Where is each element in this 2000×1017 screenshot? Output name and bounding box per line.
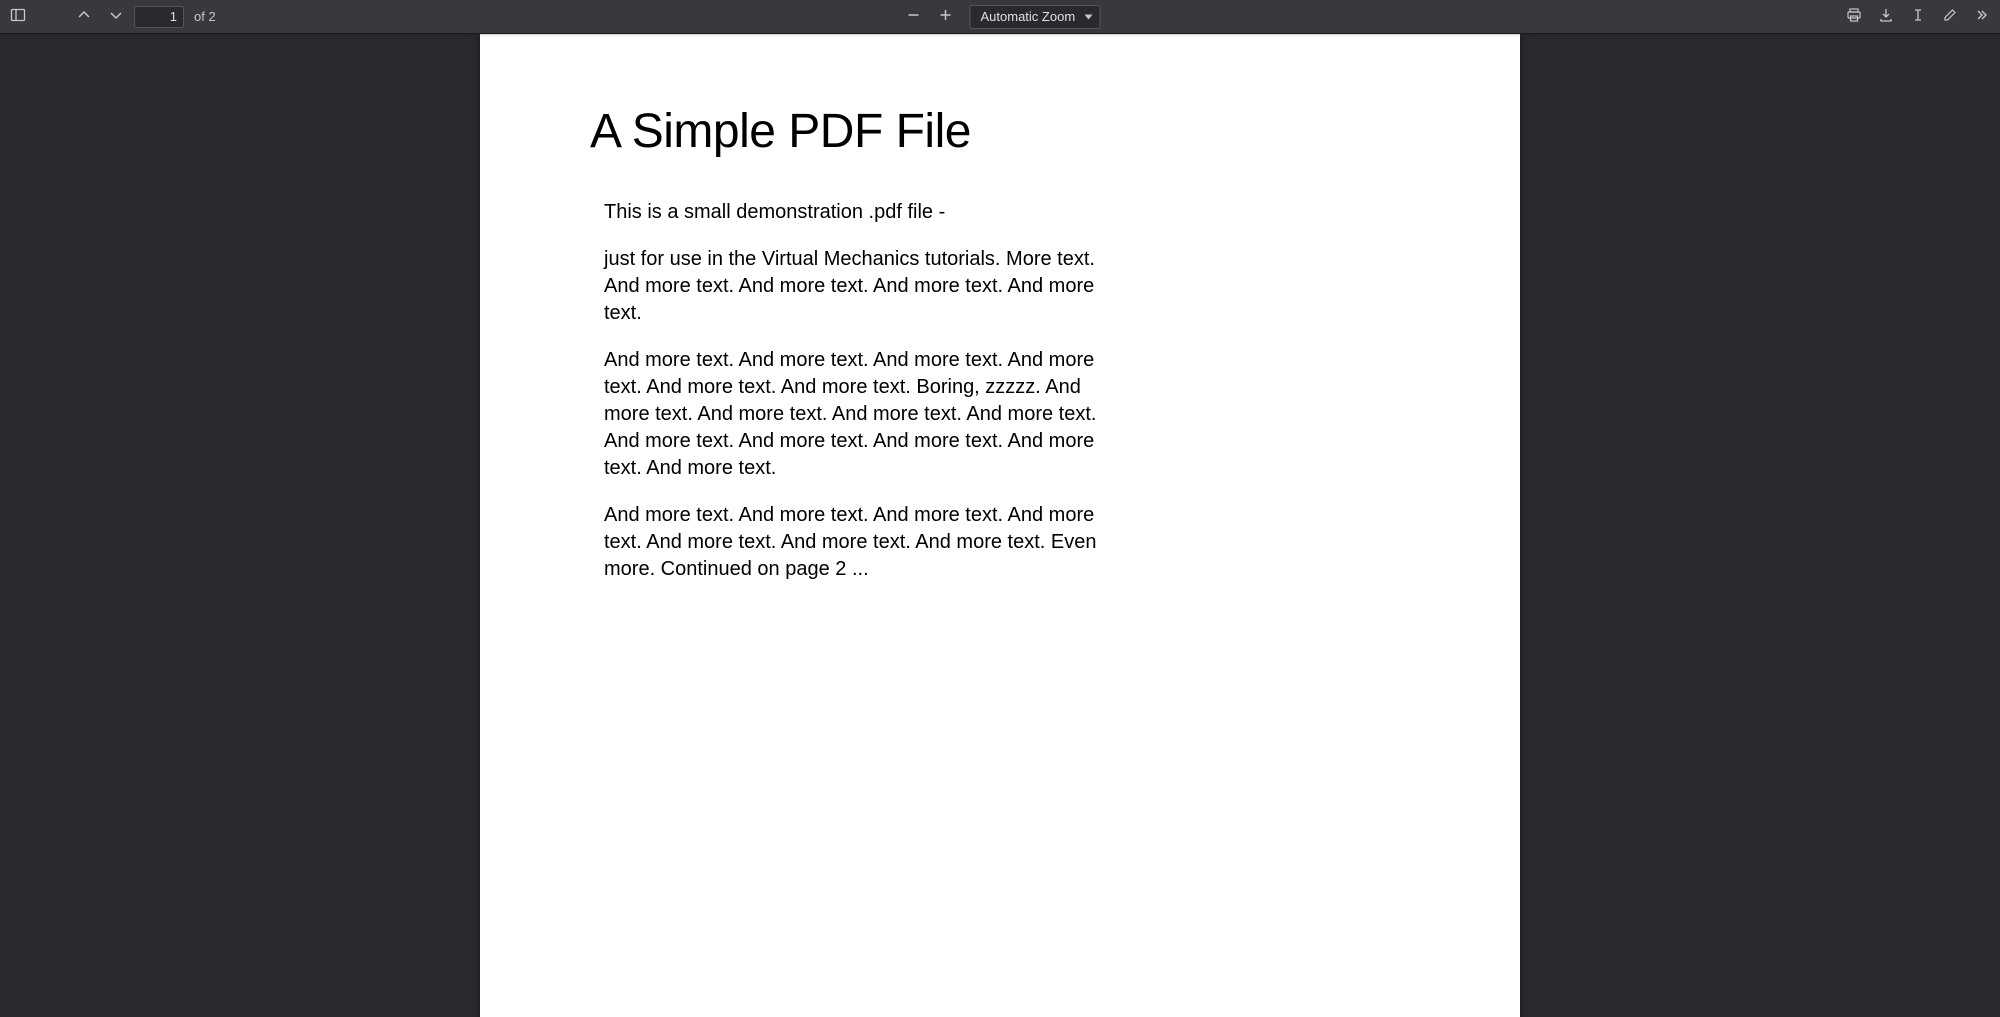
sidebar-toggle-button[interactable] bbox=[4, 3, 32, 31]
next-page-button[interactable] bbox=[102, 3, 130, 31]
zoom-select-wrapper: Automatic Zoom bbox=[970, 5, 1101, 29]
text-tool-button[interactable] bbox=[1904, 3, 1932, 31]
zoom-in-button[interactable] bbox=[932, 3, 960, 31]
page-total-label: of 2 bbox=[188, 9, 224, 24]
toolbar-left-group: of 2 bbox=[0, 3, 224, 31]
download-button[interactable] bbox=[1872, 3, 1900, 31]
print-icon bbox=[1846, 7, 1862, 26]
chevron-double-right-icon bbox=[1974, 7, 1990, 26]
zoom-level-select[interactable]: Automatic Zoom bbox=[970, 5, 1101, 29]
pencil-icon bbox=[1942, 7, 1958, 26]
draw-tool-button[interactable] bbox=[1936, 3, 1964, 31]
toolbar-right-group bbox=[1840, 3, 2000, 31]
document-title: A Simple PDF File bbox=[590, 104, 1410, 159]
chevron-up-icon bbox=[76, 7, 92, 26]
plus-icon bbox=[938, 7, 954, 26]
zoom-out-button[interactable] bbox=[900, 3, 928, 31]
document-paragraph: And more text. And more text. And more t… bbox=[590, 502, 1130, 583]
document-paragraph: This is a small demonstration .pdf file … bbox=[590, 199, 1130, 226]
download-icon bbox=[1878, 7, 1894, 26]
pdf-page: A Simple PDF File This is a small demons… bbox=[480, 34, 1520, 1017]
more-tools-button[interactable] bbox=[1968, 3, 1996, 31]
document-paragraph: And more text. And more text. And more t… bbox=[590, 347, 1130, 482]
minus-icon bbox=[906, 7, 922, 26]
document-paragraph: just for use in the Virtual Mechanics tu… bbox=[590, 246, 1130, 327]
pdf-viewer-area[interactable]: A Simple PDF File This is a small demons… bbox=[0, 34, 2000, 1017]
text-cursor-icon bbox=[1910, 7, 1926, 26]
sidebar-icon bbox=[10, 7, 26, 26]
chevron-down-icon bbox=[108, 7, 124, 26]
prev-page-button[interactable] bbox=[70, 3, 98, 31]
page-number-input[interactable] bbox=[134, 6, 184, 28]
print-button[interactable] bbox=[1840, 3, 1868, 31]
pdf-toolbar: of 2 Automatic Zoom bbox=[0, 0, 2000, 34]
toolbar-center-group: Automatic Zoom bbox=[900, 3, 1101, 31]
